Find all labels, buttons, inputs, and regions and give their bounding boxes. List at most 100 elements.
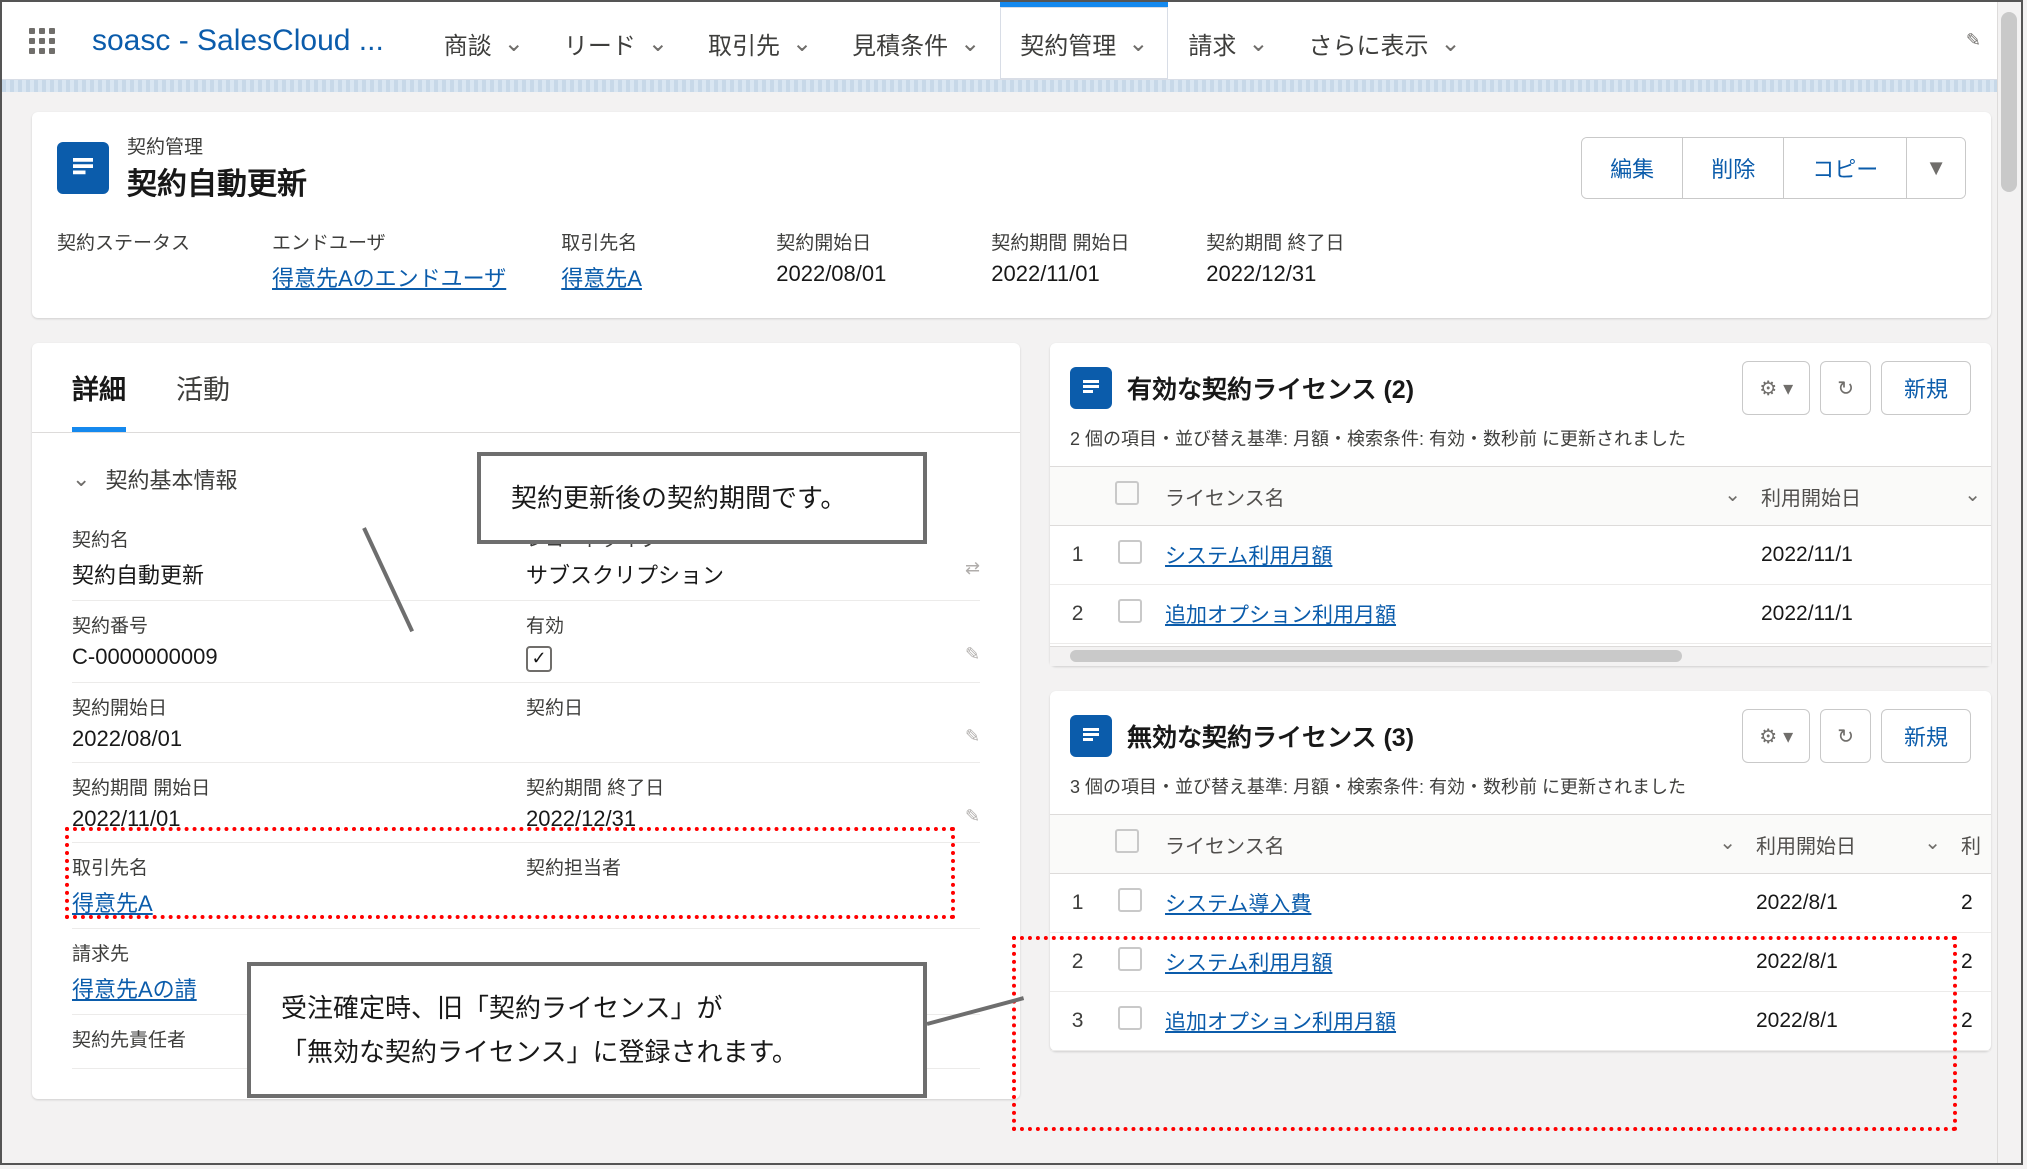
field-valid-label: 有効 — [526, 611, 980, 638]
summary-status: 契約ステータス — [57, 228, 217, 293]
app-launcher-icon[interactable] — [22, 21, 62, 61]
settings-button[interactable]: ⚙▾ — [1742, 361, 1810, 415]
related-invalid-licenses: 無効な契約ライセンス (3) ⚙▾ ↻ 新規 3 個の項目・並び替え基準: 月額… — [1050, 691, 1991, 1051]
related-valid-licenses: 有効な契約ライセンス (2) ⚙▾ ↻ 新規 2 個の項目・並び替え基準: 月額… — [1050, 343, 1991, 666]
valid-license-table: ライセンス名⌄ 利用開始日⌄ 1 システム利用月額 2022/11/12 追加オ… — [1050, 466, 1991, 644]
app-name: soasc - SalesCloud ... — [92, 24, 384, 58]
row-index: 1 — [1050, 526, 1105, 585]
license-name-link[interactable]: システム利用月額 — [1165, 545, 1332, 568]
row-checkbox[interactable] — [1118, 540, 1142, 564]
row-checkbox[interactable] — [1118, 1006, 1142, 1030]
summary-enduser: エンドユーザ 得意先Aのエンドユーザ — [272, 228, 506, 293]
chevron-down-icon[interactable]: ⌄ — [504, 29, 524, 58]
extra-cell: 2 — [1951, 874, 1991, 933]
col-license-name[interactable]: ライセンス名⌄ — [1155, 467, 1751, 526]
row-checkbox[interactable] — [1118, 947, 1142, 971]
chevron-down-icon[interactable]: ⌄ — [648, 29, 668, 58]
chevron-down-icon[interactable]: ⌄ — [1248, 29, 1268, 58]
license-name-link[interactable]: 追加オプション利用月額 — [1165, 1011, 1396, 1034]
nav-tab-quote[interactable]: 見積条件⌄ — [832, 2, 1000, 79]
edit-icon[interactable]: ✎ — [965, 726, 980, 747]
settings-button[interactable]: ⚙▾ — [1742, 709, 1810, 763]
license-name-link[interactable]: システム利用月額 — [1165, 952, 1332, 975]
delete-button[interactable]: 削除 — [1683, 138, 1784, 198]
col-start-date[interactable]: 利用開始日⌄ — [1746, 815, 1951, 874]
start-date-cell: 2022/8/1 — [1746, 992, 1951, 1051]
new-button[interactable]: 新規 — [1881, 361, 1971, 415]
edit-button[interactable]: 編集 — [1582, 138, 1683, 198]
row-index: 1 — [1050, 874, 1105, 933]
object-label: 契約管理 — [127, 132, 307, 159]
field-startdate-value: 2022/08/01 — [72, 726, 526, 752]
chevron-down-icon: ▾ — [1783, 724, 1793, 749]
copy-button[interactable]: コピー — [1784, 138, 1907, 198]
vertical-scrollbar[interactable] — [1997, 2, 2021, 1163]
nav-tab-lead[interactable]: リード⌄ — [544, 2, 688, 79]
refresh-icon: ↻ — [1837, 724, 1854, 749]
refresh-button[interactable]: ↻ — [1820, 709, 1871, 763]
start-date-cell: 2022/8/1 — [1746, 874, 1951, 933]
chevron-down-icon: ⌄ — [1924, 830, 1941, 855]
col-license-name[interactable]: ライセンス名⌄ — [1155, 815, 1746, 874]
refresh-icon: ↻ — [1837, 376, 1854, 401]
invalid-license-table: ライセンス名⌄ 利用開始日⌄ 利 1 システム導入費 2022/8/1 22 シ… — [1050, 814, 1991, 1051]
tab-activity[interactable]: 活動 — [176, 368, 230, 432]
col-start-date[interactable]: 利用開始日⌄ — [1751, 467, 1991, 526]
extra-cell: 2 — [1951, 992, 1991, 1051]
valid-checkbox — [526, 646, 552, 672]
nav-tab-account[interactable]: 取引先⌄ — [688, 2, 832, 79]
record-header: 契約管理 契約自動更新 編集 削除 コピー ▼ 契約ステータス エンドユーザ 得 — [32, 112, 1991, 318]
field-account-label: 取引先名 — [72, 853, 526, 880]
field-period-start-label: 契約期間 開始日 — [72, 773, 526, 800]
license-name-link[interactable]: システム導入費 — [1165, 893, 1311, 916]
top-navigation: soasc - SalesCloud ... 商談⌄ リード⌄ 取引先⌄ 見積条… — [2, 2, 2021, 80]
chevron-down-icon: ▾ — [1783, 376, 1793, 401]
start-date-cell: 2022/11/1 — [1751, 526, 1991, 585]
horizontal-scrollbar[interactable] — [1050, 646, 1991, 666]
extra-cell: 2 — [1951, 933, 1991, 992]
field-contractdate-label: 契約日 — [526, 693, 980, 720]
select-all-checkbox[interactable] — [1115, 481, 1139, 505]
refresh-button[interactable]: ↻ — [1820, 361, 1871, 415]
field-period-end-label: 契約期間 終了日 — [526, 773, 980, 800]
nav-tab-more[interactable]: さらに表示⌄ — [1288, 2, 1480, 79]
field-number-value: C-0000000009 — [72, 644, 526, 670]
license-icon — [1070, 367, 1112, 409]
license-icon — [1070, 715, 1112, 757]
field-startdate-label: 契約開始日 — [72, 693, 526, 720]
callout-invalid: 受注確定時、旧「契約ライセンス」が 「無効な契約ライセンス」に登録されます。 — [247, 962, 927, 1098]
row-checkbox[interactable] — [1118, 599, 1142, 623]
record-name: 契約自動更新 — [127, 159, 307, 203]
row-checkbox[interactable] — [1118, 888, 1142, 912]
col-extra[interactable]: 利 — [1951, 815, 1991, 874]
chevron-down-icon[interactable]: ⌄ — [792, 29, 812, 58]
more-actions-button[interactable]: ▼ — [1907, 138, 1965, 198]
chevron-down-icon: ⌄ — [72, 466, 90, 492]
table-row: 2 システム利用月額 2022/8/1 2 — [1050, 933, 1991, 992]
summary-period-start: 契約期間 開始日 2022/11/01 — [991, 228, 1151, 293]
chevron-down-icon[interactable]: ⌄ — [1440, 29, 1460, 58]
nav-tab-contract[interactable]: 契約管理⌄ — [1000, 2, 1168, 79]
chevron-down-icon[interactable]: ⌄ — [1128, 29, 1148, 58]
edit-icon[interactable]: ✎ — [965, 806, 980, 827]
table-row: 2 追加オプション利用月額 2022/11/1 — [1050, 585, 1991, 644]
nav-tab-opportunity[interactable]: 商談⌄ — [424, 2, 544, 79]
field-name-label: 契約名 — [72, 525, 526, 552]
related-valid-subtitle: 2 個の項目・並び替え基準: 月額・検索条件: 有効・数秒前 に更新されました — [1050, 425, 1991, 466]
change-rectype-icon[interactable]: ⇄ — [965, 558, 980, 579]
field-rectype-value: サブスクリプション — [526, 563, 724, 588]
tab-detail[interactable]: 詳細 — [72, 368, 126, 432]
row-index: 2 — [1050, 585, 1105, 644]
new-button[interactable]: 新規 — [1881, 709, 1971, 763]
select-all-checkbox[interactable] — [1115, 829, 1139, 853]
edit-icon[interactable]: ✎ — [965, 644, 980, 665]
table-row: 3 追加オプション利用月額 2022/8/1 2 — [1050, 992, 1991, 1051]
edit-nav-icon[interactable]: ✎ — [1946, 30, 2001, 51]
field-period-start-value: 2022/11/01 — [72, 806, 526, 832]
chevron-down-icon[interactable]: ⌄ — [960, 29, 980, 58]
nav-tab-billing[interactable]: 請求⌄ — [1168, 2, 1288, 79]
field-owner-label: 契約担当者 — [526, 853, 980, 880]
related-invalid-subtitle: 3 個の項目・並び替え基準: 月額・検索条件: 有効・数秒前 に更新されました — [1050, 773, 1991, 814]
field-account-value[interactable]: 得意先A — [72, 886, 526, 918]
license-name-link[interactable]: 追加オプション利用月額 — [1165, 604, 1396, 627]
